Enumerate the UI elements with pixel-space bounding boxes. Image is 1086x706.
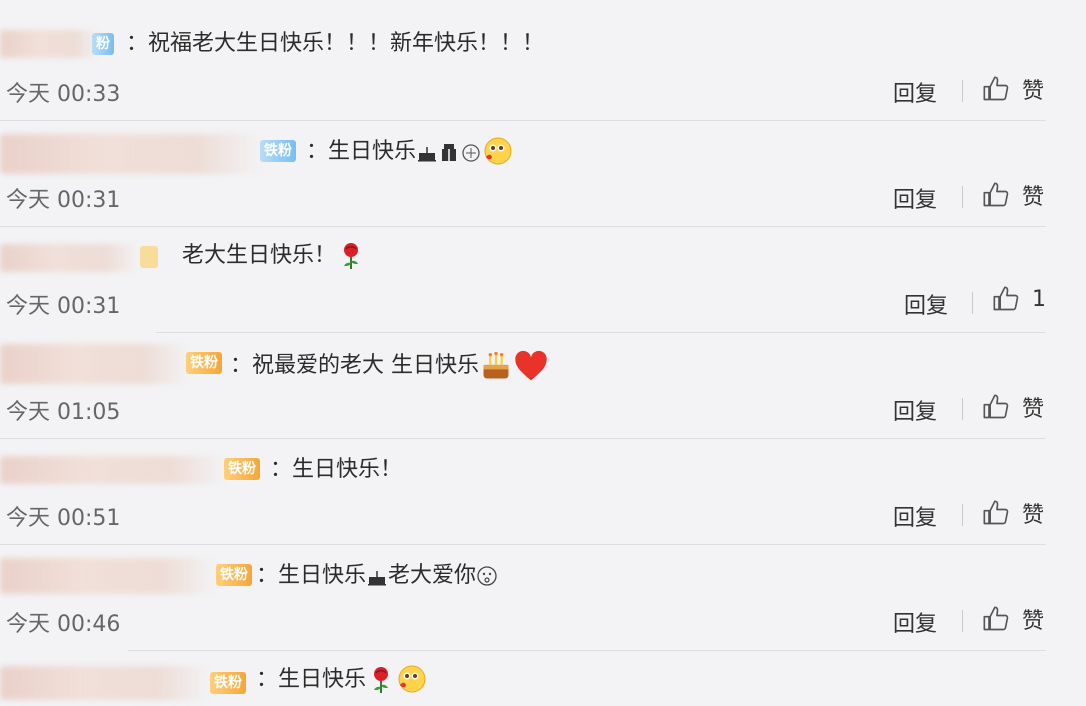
like-count: 1 [1032, 286, 1046, 312]
like-button[interactable]: 赞 [982, 73, 1044, 105]
fan-badge [140, 246, 158, 268]
comment-text: ：祝最爱的老大 生日快乐 [230, 348, 549, 384]
fan-badge: 铁粉 [210, 672, 246, 694]
comment-text: 老大生日快乐！ [182, 240, 366, 272]
blurred-username [0, 244, 140, 272]
action-divider [972, 292, 973, 314]
blush-face-icon [398, 665, 426, 693]
blurred-username [0, 30, 100, 58]
blush-face-icon [484, 137, 512, 165]
action-divider [962, 80, 963, 102]
like-button[interactable]: 1 [992, 285, 1046, 313]
blurred-username [0, 456, 226, 484]
like-label: 赞 [1022, 397, 1045, 422]
reply-button[interactable]: 回复 [893, 182, 937, 214]
comment-text-content: ：生日快乐 [256, 563, 367, 588]
cake-icon [442, 144, 457, 161]
reply-button[interactable]: 回复 [893, 606, 937, 638]
comment-item: 粉 ：祝福老大生日快乐！！！新年快乐！！！ 今天 00:33 回复 赞 [0, 0, 1086, 108]
surprised-face-icon [477, 566, 497, 586]
comment-time: 今天 00:33 [6, 82, 121, 107]
comment-separator [0, 544, 1046, 545]
like-label: 赞 [1022, 185, 1045, 210]
comment-item: 铁粉 ：生日快乐 今天 00:31 回复 赞 [0, 120, 1086, 226]
comment-time: 今天 00:51 [6, 506, 121, 531]
comment-time: 今天 00:31 [6, 188, 121, 213]
comment-text-content: ：祝福老大生日快乐！！！新年快乐！！！ [126, 31, 545, 56]
comment-item: 铁粉 ：生日快乐！ 今天 00:51 回复 赞 [0, 438, 1086, 544]
comment-time: 今天 00:31 [6, 294, 121, 319]
action-divider [962, 186, 963, 208]
blurred-username [0, 134, 262, 174]
comment-text-content: ：生日快乐！ [270, 457, 403, 482]
thumbs-up-icon [993, 286, 1019, 311]
comment-separator [0, 120, 1046, 121]
fan-badge: 铁粉 [260, 140, 296, 162]
comment-separator [156, 332, 1046, 333]
comment-text: ：生日快乐 [256, 664, 426, 696]
comment-text: ：生日快乐 [306, 136, 512, 168]
cake-icon [368, 571, 387, 586]
action-divider [962, 398, 963, 420]
fan-badge: 粉 [92, 33, 114, 55]
reply-button[interactable]: 回复 [893, 500, 937, 532]
cake-icon [462, 144, 480, 162]
blurred-username [0, 558, 216, 594]
like-button[interactable]: 赞 [982, 603, 1044, 635]
fan-badge: 铁粉 [216, 564, 252, 586]
reply-button[interactable]: 回复 [904, 288, 948, 320]
heart-icon [515, 350, 547, 381]
fan-badge: 铁粉 [224, 458, 260, 480]
reply-button[interactable]: 回复 [893, 394, 937, 426]
like-button[interactable]: 赞 [982, 179, 1044, 211]
comment-time: 今天 00:46 [6, 612, 121, 637]
like-button[interactable]: 赞 [982, 391, 1044, 423]
comment-item: 铁粉 ：祝最爱的老大 生日快乐 今天 01:05 回复 赞 [0, 332, 1086, 438]
comment-text-content: ：生日快乐 [256, 667, 367, 692]
blurred-username [0, 666, 210, 700]
rose-icon [374, 667, 389, 693]
rose-icon [344, 243, 359, 269]
blurred-username [0, 344, 190, 384]
comment-text: ：生日快乐！ [270, 454, 402, 486]
comment-separator [0, 226, 1046, 227]
comment-item: 铁粉 ：生日快乐 [0, 650, 1086, 706]
comment-text-content: 老大生日快乐！ [182, 243, 337, 268]
thumbs-up-icon [983, 182, 1009, 207]
comment-text-content: ：生日快乐 [306, 139, 417, 164]
fan-badge: 铁粉 [186, 352, 222, 374]
action-divider [962, 504, 963, 526]
comment-text-content: ：祝最爱的老大 生日快乐 [230, 353, 479, 378]
comment-item: 老大生日快乐！ 今天 00:31 回复 1 [0, 226, 1086, 332]
comment-text-content: 老大爱你 [388, 563, 477, 588]
comment-separator [128, 650, 1046, 651]
like-label: 赞 [1022, 609, 1045, 634]
comment-separator [0, 438, 1046, 439]
comment-text: ：祝福老大生日快乐！！！新年快乐！！！ [126, 28, 544, 60]
reply-button[interactable]: 回复 [893, 76, 937, 108]
thumbs-up-icon [983, 394, 1009, 419]
cake-icon [483, 351, 509, 379]
like-label: 赞 [1022, 79, 1045, 104]
comment-text: ：生日快乐 老大爱你 [256, 560, 498, 592]
thumbs-up-icon [983, 500, 1009, 525]
comment-item: 铁粉 ：生日快乐 老大爱你 今天 00:46 回复 赞 [0, 544, 1086, 650]
comment-time: 今天 01:05 [6, 400, 121, 425]
like-button[interactable]: 赞 [982, 497, 1044, 529]
thumbs-up-icon [983, 606, 1009, 631]
cake-icon [418, 147, 437, 162]
thumbs-up-icon [983, 76, 1009, 101]
like-label: 赞 [1022, 503, 1045, 528]
action-divider [962, 610, 963, 632]
